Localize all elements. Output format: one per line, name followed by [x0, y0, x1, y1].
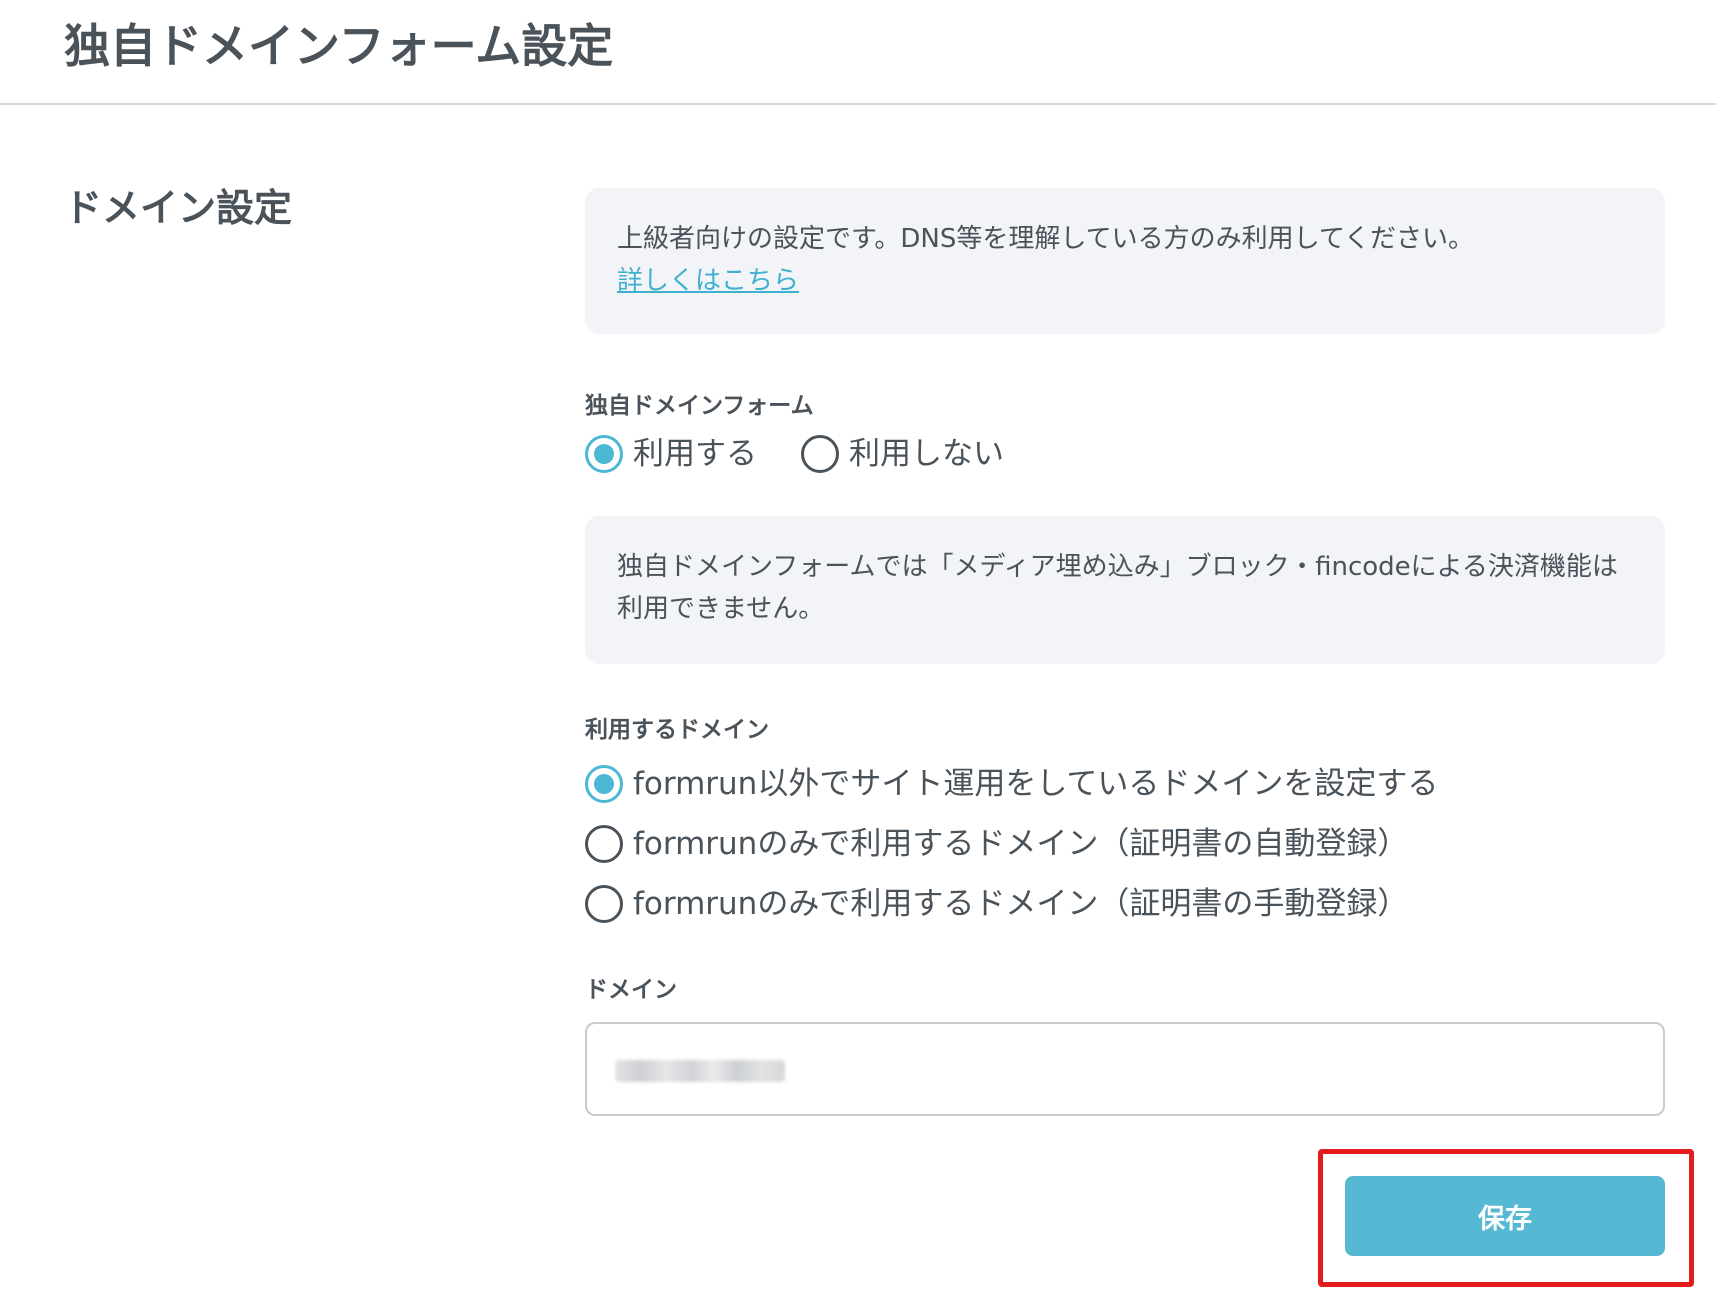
- radio-formrun-only-auto-cert[interactable]: formrunのみで利用するドメイン（証明書の自動登録）: [585, 814, 1665, 874]
- radio-use-label: 利用する: [633, 436, 757, 472]
- radio-unchecked-icon[interactable]: [801, 435, 839, 473]
- page-title: 独自ドメインフォーム設定: [64, 19, 614, 73]
- radio-checked-icon[interactable]: [585, 435, 623, 473]
- restriction-notice-text: 独自ドメインフォームでは「メディア埋め込み」ブロック・fincodeによる決済機…: [617, 552, 1618, 624]
- custom-domain-form-radio-group: 利用する 利用しない: [585, 432, 1665, 476]
- blurred-domain-value: [615, 1060, 785, 1082]
- radio-formrun-only-manual-cert-label: formrunのみで利用するドメイン（証明書の手動登録）: [633, 886, 1409, 922]
- domain-field-label: ドメイン: [585, 977, 677, 1003]
- domain-usage-label: 利用するドメイン: [585, 717, 769, 743]
- radio-unchecked-icon[interactable]: [585, 825, 623, 863]
- advanced-settings-notice: 上級者向けの設定です。DNS等を理解している方のみ利用してください。 詳しくはこ…: [585, 188, 1665, 334]
- radio-external-site-domain[interactable]: formrun以外でサイト運用をしているドメインを設定する: [585, 754, 1665, 814]
- domain-input[interactable]: [585, 1022, 1665, 1116]
- radio-not-use-label: 利用しない: [849, 436, 1004, 472]
- page-header: 独自ドメインフォーム設定: [0, 0, 1716, 105]
- domain-usage-radio-group: formrun以外でサイト運用をしているドメインを設定する formrunのみで…: [585, 754, 1665, 934]
- learn-more-link[interactable]: 詳しくはこちら: [617, 266, 799, 296]
- radio-external-site-domain-label: formrun以外でサイト運用をしているドメインを設定する: [633, 766, 1439, 802]
- custom-domain-settings-page: 独自ドメインフォーム設定 ドメイン設定 上級者向けの設定です。DNS等を理解して…: [0, 0, 1716, 1308]
- custom-domain-form-label: 独自ドメインフォーム: [585, 393, 814, 419]
- radio-unchecked-icon[interactable]: [585, 885, 623, 923]
- advanced-notice-text: 上級者向けの設定です。DNS等を理解している方のみ利用してください。: [617, 224, 1475, 254]
- save-button[interactable]: 保存: [1345, 1176, 1665, 1256]
- restriction-notice: 独自ドメインフォームでは「メディア埋め込み」ブロック・fincodeによる決済機…: [585, 516, 1665, 664]
- section-title-domain-settings: ドメイン設定: [64, 186, 293, 230]
- radio-checked-icon[interactable]: [585, 765, 623, 803]
- radio-formrun-only-auto-cert-label: formrunのみで利用するドメイン（証明書の自動登録）: [633, 826, 1409, 862]
- radio-use[interactable]: 利用する: [585, 432, 757, 476]
- radio-formrun-only-manual-cert[interactable]: formrunのみで利用するドメイン（証明書の手動登録）: [585, 874, 1665, 934]
- domain-settings-content: 上級者向けの設定です。DNS等を理解している方のみ利用してください。 詳しくはこ…: [585, 188, 1665, 1116]
- radio-not-use[interactable]: 利用しない: [801, 432, 1004, 476]
